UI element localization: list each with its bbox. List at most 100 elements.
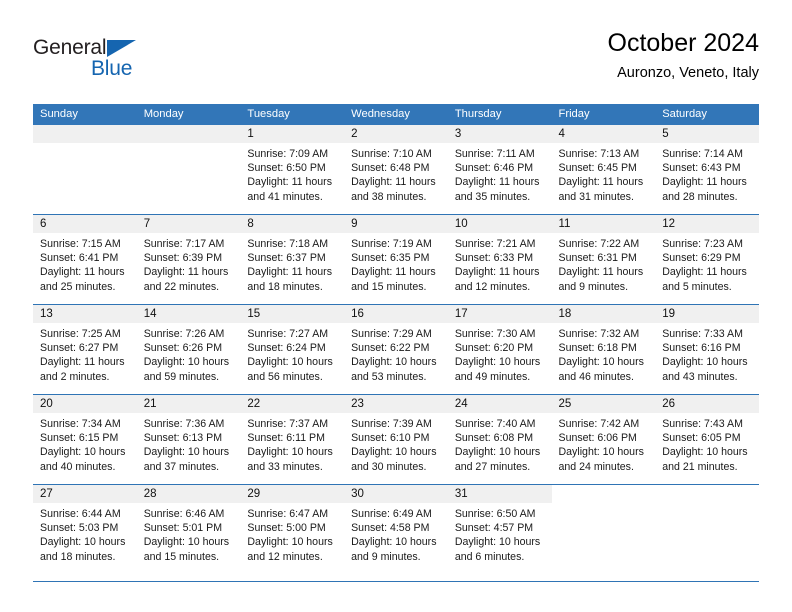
sunset-text: Sunset: 6:27 PM [40,342,119,355]
day-number [33,125,137,143]
sunset-text: Sunset: 5:01 PM [143,522,223,535]
sunrise-text: Sunrise: 7:27 AM [247,328,329,340]
day-number: 13 [33,305,137,323]
sunset-text: Sunset: 6:31 PM [558,252,637,265]
sunset-text: Sunset: 6:05 PM [662,432,741,445]
daylight-text-line2: and 49 minutes. [454,370,531,383]
calendar-cell: 31 Sunrise: 6:50 AM Sunset: 4:57 PM Dayligh… [447,484,552,574]
day-cell-9[interactable]: 9 Sunrise: 7:19 AM Sunset: 6:35 PM Daylight… [344,215,448,304]
day-cell-1[interactable]: 1 Sunrise: 7:09 AM Sunset: 6:50 PM Daylight… [240,125,345,214]
day-cell-28[interactable]: 28 Sunrise: 6:46 AM Sunset: 5:01 PM Dayligh… [136,485,241,574]
day-cell-20[interactable]: 20 Sunrise: 7:34 AM Sunset: 6:15 PM Dayligh… [33,395,137,484]
daylight-text-line1: Daylight: 10 hours [143,446,230,459]
daylight-text-line1: Daylight: 11 hours [558,266,644,279]
day-number: 3 [447,125,552,143]
day-cell-26[interactable]: 26 Sunrise: 7:43 AM Sunset: 6:05 PM Dayligh… [655,395,759,484]
day-cell-27[interactable]: 27 Sunrise: 6:44 AM Sunset: 5:03 PM Dayligh… [33,485,137,574]
sunset-text: Sunset: 6:10 PM [351,432,430,445]
sunrise-text: Sunrise: 7:18 AM [247,238,329,250]
day-cell-17[interactable]: 17 Sunrise: 7:30 AM Sunset: 6:20 PM Dayligh… [447,305,552,394]
sunrise-text: Sunrise: 6:50 AM [454,508,536,520]
day-cell-24[interactable]: 24 Sunrise: 7:40 AM Sunset: 6:08 PM Dayligh… [447,395,552,484]
day-cell-21[interactable]: 21 Sunrise: 7:36 AM Sunset: 6:13 PM Dayligh… [136,395,241,484]
sunrise-text: Sunrise: 7:39 AM [351,418,432,430]
sunrise-text: Sunrise: 7:21 AM [454,238,536,250]
day-cell-8[interactable]: 8 Sunrise: 7:18 AM Sunset: 6:37 PM Daylight… [240,215,345,304]
daylight-text-line1: Daylight: 11 hours [454,266,540,279]
calendar-cell [136,125,241,215]
day-cell-25[interactable]: 25 Sunrise: 7:42 AM Sunset: 6:06 PM Dayligh… [551,395,656,484]
day-details: Sunrise: 7:17 AM Sunset: 6:39 PM Daylight:… [137,233,241,294]
sunrise-text: Sunrise: 7:26 AM [143,328,225,340]
day-cell-16[interactable]: 16 Sunrise: 7:29 AM Sunset: 6:22 PM Dayligh… [344,305,448,394]
day-cell-29[interactable]: 29 Sunrise: 6:47 AM Sunset: 5:00 PM Dayligh… [240,485,345,574]
calendar-cell: 3 Sunrise: 7:11 AM Sunset: 6:46 PM Daylight… [447,125,552,215]
daylight-text-line1: Daylight: 10 hours [143,536,230,549]
daylight-text-line1: Daylight: 11 hours [40,266,125,279]
weekday-header-sunday: Sunday [33,104,137,125]
daylight-text-line2: and 9 minutes. [351,550,421,563]
daylight-text-line1: Daylight: 11 hours [558,176,644,189]
daylight-text-line1: Daylight: 10 hours [40,536,126,549]
weekday-header-saturday: Saturday [655,104,759,125]
daylight-text-line2: and 9 minutes. [558,280,629,293]
day-cell-15[interactable]: 15 Sunrise: 7:27 AM Sunset: 6:24 PM Dayligh… [240,305,345,394]
day-cell-12[interactable]: 12 Sunrise: 7:23 AM Sunset: 6:29 PM Dayligh… [655,215,759,304]
day-number: 7 [136,215,241,233]
day-cell-3[interactable]: 3 Sunrise: 7:11 AM Sunset: 6:46 PM Daylight… [447,125,552,214]
calendar-cell: 18 Sunrise: 7:32 AM Sunset: 6:18 PM Dayligh… [551,304,656,395]
calendar-week-row: 13 Sunrise: 7:25 AM Sunset: 6:27 PM Dayligh… [33,304,759,395]
calendar-cell: 25 Sunrise: 7:42 AM Sunset: 6:06 PM Dayligh… [551,394,656,485]
day-cell-6[interactable]: 6 Sunrise: 7:15 AM Sunset: 6:41 PM Daylight… [33,215,137,304]
daylight-text-line1: Daylight: 10 hours [40,446,126,459]
sunrise-text: Sunrise: 7:10 AM [351,148,432,160]
day-number: 6 [33,215,137,233]
calendar-cell: 20 Sunrise: 7:34 AM Sunset: 6:15 PM Dayligh… [33,394,137,485]
day-cell-31[interactable]: 31 Sunrise: 6:50 AM Sunset: 4:57 PM Dayligh… [447,485,552,574]
day-number: 15 [240,305,345,323]
day-cell-23[interactable]: 23 Sunrise: 7:39 AM Sunset: 6:10 PM Dayligh… [344,395,448,484]
sunrise-text: Sunrise: 7:17 AM [143,238,225,250]
sunset-text: Sunset: 6:16 PM [662,342,741,355]
daylight-text-line1: Daylight: 10 hours [247,356,333,369]
day-details: Sunrise: 7:34 AM Sunset: 6:15 PM Daylight:… [33,413,137,474]
sunset-text: Sunset: 5:00 PM [247,522,326,535]
day-cell-19[interactable]: 19 Sunrise: 7:33 AM Sunset: 6:16 PM Dayligh… [655,305,759,394]
sunset-text: Sunset: 6:06 PM [558,432,637,445]
daylight-text-line2: and 18 minutes. [247,280,323,293]
day-cell-4[interactable]: 4 Sunrise: 7:13 AM Sunset: 6:45 PM Daylight… [551,125,656,214]
day-cell-13[interactable]: 13 Sunrise: 7:25 AM Sunset: 6:27 PM Dayligh… [33,305,137,394]
sunrise-text: Sunrise: 7:15 AM [40,238,121,250]
day-cell-11[interactable]: 11 Sunrise: 7:22 AM Sunset: 6:31 PM Dayligh… [551,215,656,304]
daylight-text-line1: Daylight: 10 hours [662,446,748,459]
day-number: 19 [655,305,759,323]
calendar-cell: 9 Sunrise: 7:19 AM Sunset: 6:35 PM Daylight… [344,214,448,305]
calendar-cell: 21 Sunrise: 7:36 AM Sunset: 6:13 PM Dayligh… [136,394,241,485]
day-cell-7[interactable]: 7 Sunrise: 7:17 AM Sunset: 6:39 PM Daylight… [136,215,241,304]
day-number: 4 [551,125,656,143]
weekday-header-monday: Monday [136,104,241,125]
day-cell-2[interactable]: 2 Sunrise: 7:10 AM Sunset: 6:48 PM Daylight… [344,125,448,214]
day-cell-10[interactable]: 10 Sunrise: 7:21 AM Sunset: 6:33 PM Dayligh… [447,215,552,304]
sunrise-text: Sunrise: 7:43 AM [662,418,743,430]
sunrise-text: Sunrise: 7:36 AM [143,418,225,430]
day-details: Sunrise: 7:27 AM Sunset: 6:24 PM Daylight:… [240,323,344,384]
day-number: 17 [447,305,552,323]
day-number: 27 [33,485,137,503]
calendar-table: Sunday Monday Tuesday Wednesday Thursday… [33,104,759,574]
day-cell-14[interactable]: 14 Sunrise: 7:26 AM Sunset: 6:26 PM Dayligh… [136,305,241,394]
sunrise-text: Sunrise: 7:32 AM [558,328,640,340]
daylight-text-line2: and 56 minutes. [247,370,323,383]
daylight-text-line2: and 40 minutes. [40,460,116,473]
day-number [136,125,241,143]
calendar-cell: 17 Sunrise: 7:30 AM Sunset: 6:20 PM Dayligh… [447,304,552,395]
sunset-text: Sunset: 6:33 PM [454,252,534,265]
day-details: Sunrise: 6:47 AM Sunset: 5:00 PM Daylight:… [240,503,344,564]
sunrise-text: Sunrise: 7:37 AM [247,418,329,430]
day-cell-18[interactable]: 18 Sunrise: 7:32 AM Sunset: 6:18 PM Dayligh… [551,305,656,394]
day-cell-30[interactable]: 30 Sunrise: 6:49 AM Sunset: 4:58 PM Dayligh… [344,485,448,574]
day-cell-22[interactable]: 22 Sunrise: 7:37 AM Sunset: 6:11 PM Dayligh… [240,395,345,484]
sunrise-text: Sunrise: 6:47 AM [247,508,329,520]
day-cell-5[interactable]: 5 Sunrise: 7:14 AM Sunset: 6:43 PM Daylight… [655,125,759,214]
weekday-header-tuesday: Tuesday [240,104,345,125]
